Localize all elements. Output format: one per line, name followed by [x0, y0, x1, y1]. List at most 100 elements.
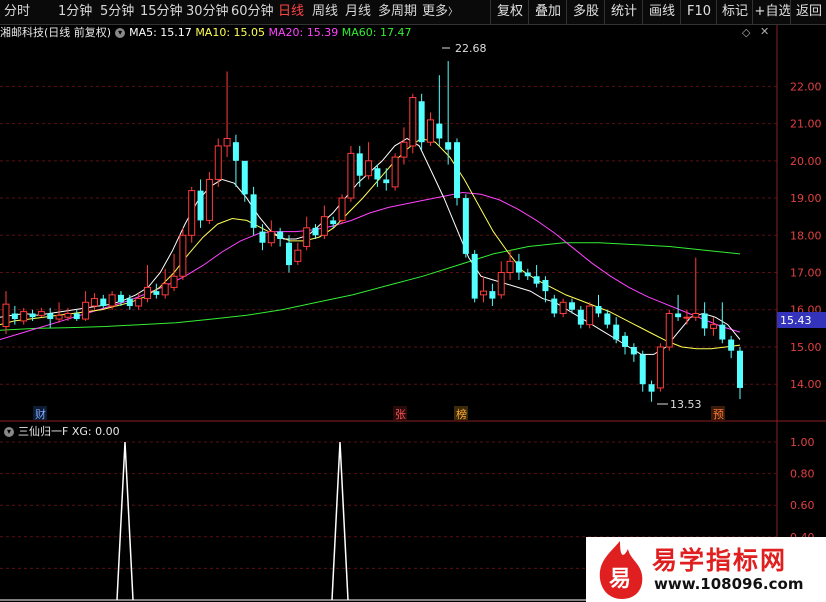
- candle-body: [515, 261, 522, 273]
- candle-body: [320, 216, 328, 236]
- indicator-tick-label: 0.80: [790, 468, 815, 481]
- candle-body: [267, 231, 275, 244]
- candle-body: [595, 306, 602, 314]
- candle-body: [709, 324, 717, 329]
- candle-body: [108, 294, 116, 307]
- candle-body: [683, 316, 691, 319]
- candle-body: [559, 301, 567, 314]
- candle-body: [232, 142, 239, 161]
- candle-body: [312, 227, 319, 236]
- candle-body: [648, 384, 655, 392]
- price-tick-label: 18.00: [790, 229, 822, 242]
- candle-body: [143, 286, 151, 300]
- candle-body: [480, 290, 488, 296]
- price-tick-label: 19.00: [790, 192, 822, 205]
- candle-body: [542, 279, 549, 292]
- candle-body: [188, 190, 196, 236]
- candle-body: [347, 152, 355, 199]
- candle-body: [524, 272, 531, 277]
- candle-body: [436, 123, 443, 139]
- candle-body: [259, 231, 266, 243]
- candle-body: [462, 198, 469, 254]
- price-tick-label: 20.00: [790, 155, 822, 168]
- marker-forecast[interactable]: 预: [713, 408, 724, 421]
- candle-body: [37, 311, 45, 316]
- candle-body: [365, 160, 373, 177]
- watermark: 易 易学指标网 www.108096.com: [586, 537, 826, 602]
- candle-body: [454, 142, 461, 199]
- candle-body: [489, 291, 496, 299]
- candle-body: [214, 145, 222, 180]
- high-label: 22.68: [455, 42, 487, 55]
- candle-body: [604, 313, 611, 325]
- price-tick-label: 17.00: [790, 267, 822, 280]
- marker-finance[interactable]: 财: [35, 407, 46, 421]
- candle-body: [728, 339, 735, 351]
- candle-body: [622, 335, 629, 347]
- candle-body: [506, 260, 514, 274]
- candle-body: [719, 324, 726, 340]
- candle-body: [613, 324, 620, 340]
- candle-body: [418, 101, 425, 143]
- candle-body: [338, 197, 346, 221]
- price-tick-label: 22.00: [790, 80, 822, 93]
- candle-body: [153, 291, 160, 295]
- candle-body: [205, 178, 213, 221]
- candle-body: [64, 312, 72, 318]
- candle-body: [126, 298, 133, 307]
- high-annotation: 22.68: [442, 42, 487, 55]
- candle-body: [223, 137, 231, 147]
- flame-logo-icon: 易: [599, 541, 643, 599]
- candle-body: [656, 346, 664, 389]
- candle-body: [285, 242, 292, 266]
- candle-body: [47, 313, 54, 320]
- candle-body: [630, 346, 637, 355]
- xg-signal-spike: [331, 441, 349, 601]
- candle-body: [665, 312, 673, 348]
- ma20-line: [0, 191, 741, 340]
- candle-body: [577, 309, 584, 325]
- candle-body: [356, 153, 363, 176]
- candle-body: [639, 354, 646, 385]
- candle-body: [82, 301, 90, 320]
- candle-body: [277, 231, 284, 240]
- low-annotation: 13.53: [657, 398, 702, 411]
- marker-list[interactable]: 榜: [456, 407, 467, 421]
- candle-body: [2, 303, 10, 328]
- candle-body: [426, 119, 434, 143]
- indicator-tick-label: 0.60: [790, 499, 815, 512]
- candle-body: [161, 283, 169, 296]
- candle-body: [391, 156, 399, 188]
- candle-body: [117, 294, 124, 303]
- candle-body: [11, 313, 18, 320]
- price-tick-label: 21.00: [790, 118, 822, 131]
- marker-limit[interactable]: 张: [395, 408, 406, 421]
- ma60-line: [0, 242, 741, 331]
- indicator-tick-label: 1.00: [790, 436, 815, 449]
- kline-chart[interactable]: 22.0021.0020.0019.0018.0017.0016.0015.00…: [0, 0, 826, 602]
- candle-body: [29, 313, 36, 318]
- candle-body: [497, 272, 505, 296]
- candle-body: [400, 141, 408, 158]
- current-price-label: 15.43: [780, 314, 812, 327]
- price-tick-label: 14.00: [790, 378, 822, 391]
- price-grid: [0, 85, 777, 385]
- candle-body: [250, 194, 257, 228]
- candle-body: [303, 227, 311, 247]
- price-ticks: 22.0021.0020.0019.0018.0017.0016.0015.00…: [790, 80, 822, 391]
- candle-body: [692, 312, 700, 318]
- candle-body: [551, 298, 558, 314]
- candle-body: [737, 350, 743, 388]
- candle-body: [197, 190, 204, 221]
- candle-body: [568, 302, 575, 310]
- xg-signal-spike: [116, 441, 134, 601]
- candle-body: [586, 305, 594, 326]
- watermark-url: www.108096.com: [654, 575, 804, 593]
- candle-body: [179, 234, 187, 277]
- candle-body: [90, 298, 98, 307]
- candle-body: [675, 313, 682, 318]
- candle-body: [533, 276, 540, 284]
- candle-body: [445, 142, 452, 150]
- price-tick-label: 15.00: [790, 341, 822, 354]
- candlesticks: [2, 61, 743, 402]
